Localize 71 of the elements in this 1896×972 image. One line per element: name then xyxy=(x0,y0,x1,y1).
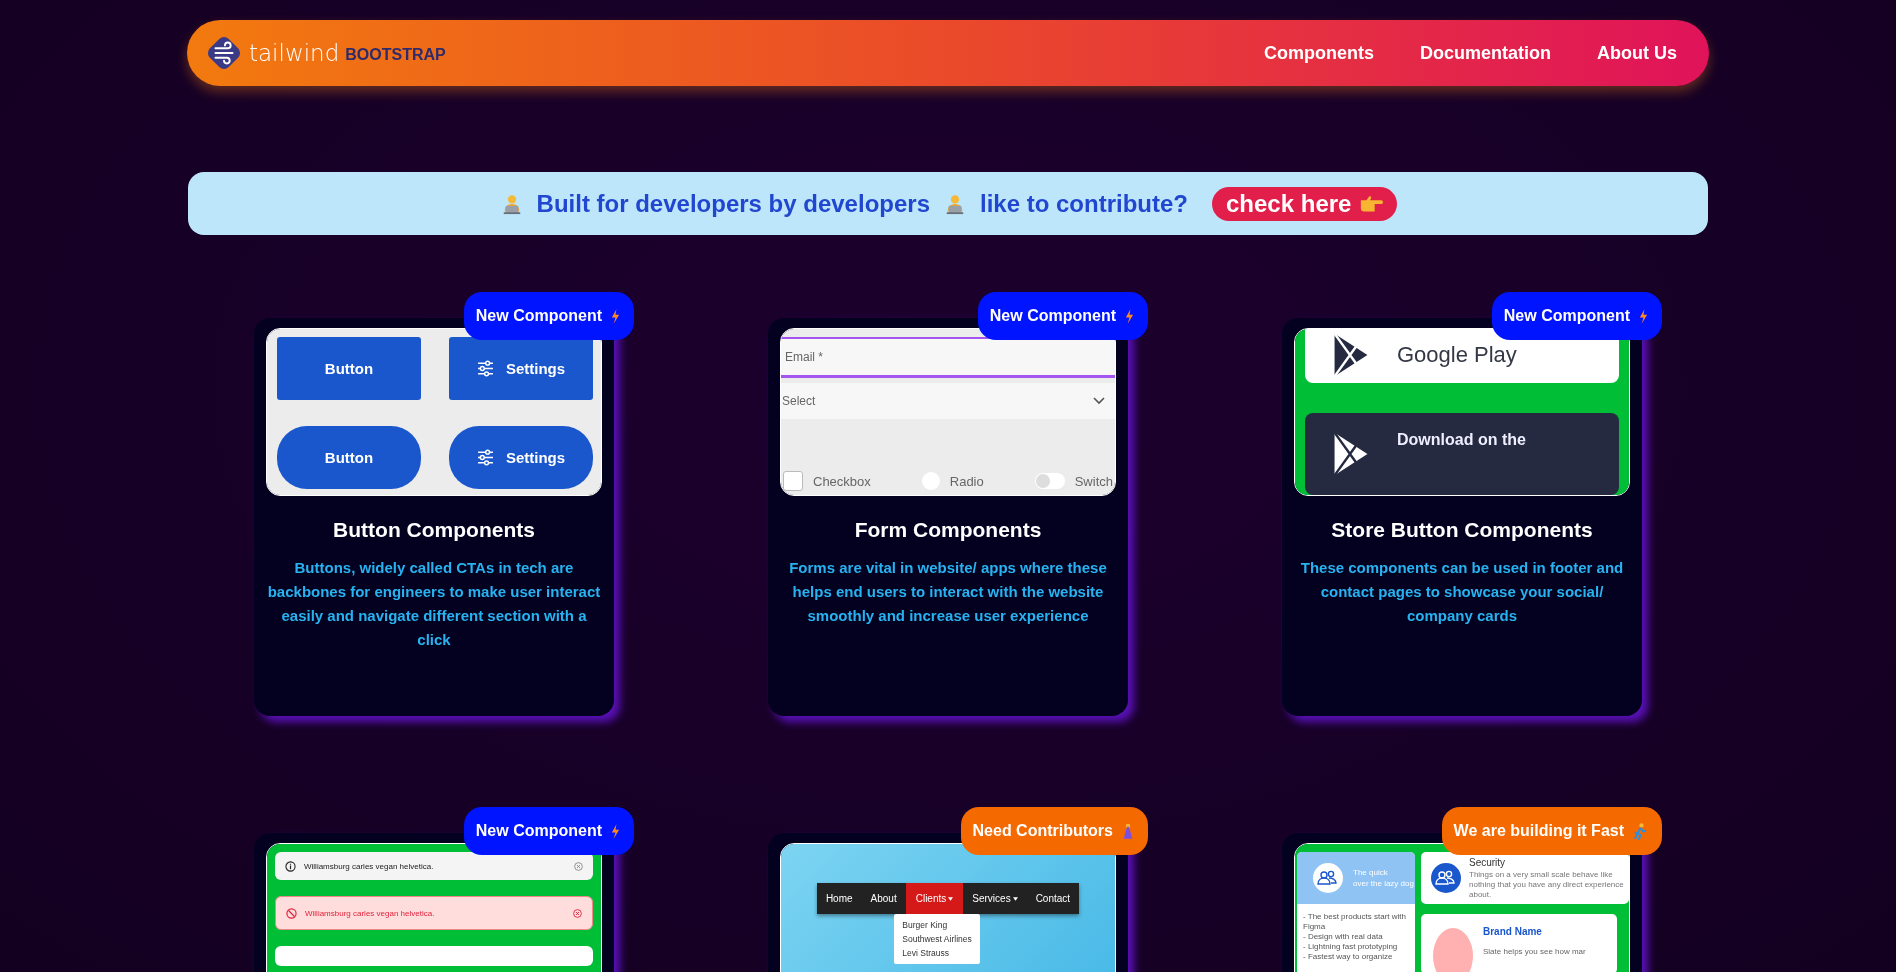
store-button: Google Play xyxy=(1305,329,1619,384)
card-badge: We are building it Fast xyxy=(1441,807,1662,855)
banner-text: Built for developers by developers xyxy=(536,189,930,218)
lightning-icon xyxy=(611,308,620,324)
navbar-item: About xyxy=(869,892,898,906)
check-here-button[interactable]: check here xyxy=(1212,186,1398,221)
sliders-icon xyxy=(476,360,494,377)
card-badge: New Component xyxy=(463,807,634,855)
chevron-down-icon xyxy=(1093,397,1105,405)
card-text: over the lazy dog xyxy=(1353,878,1414,889)
menu-item: Burger King xyxy=(902,919,949,932)
alert: Williamsburg carles vegan helvetica. xyxy=(275,852,593,880)
menu-item: Levi Strauss xyxy=(902,947,951,960)
card-description: These components can be used in footer and contact pages to showcase your social/ company cards xyxy=(1299,558,1625,626)
developer-icon xyxy=(944,192,966,215)
nav-link[interactable]: Components xyxy=(1264,42,1374,64)
sample-button: Button xyxy=(277,337,421,400)
users-icon xyxy=(1313,863,1343,893)
navbar-item: Services xyxy=(963,883,1027,914)
lightning-icon xyxy=(1125,308,1134,324)
sliders-icon xyxy=(476,449,494,466)
blocked-icon xyxy=(286,907,297,919)
praying-figure-icon xyxy=(1122,823,1134,839)
card-badge: New Component xyxy=(977,292,1148,340)
info-icon xyxy=(285,860,296,872)
card-description: Forms are vital in website/ apps where these helps end users to interact with the website smoothly and increase user experience xyxy=(788,558,1108,626)
caret-icon xyxy=(948,896,954,901)
card-title: Button Components xyxy=(333,518,535,542)
option-label: Radio xyxy=(949,473,985,489)
card-title: Brand Name xyxy=(1483,926,1543,937)
pointing-hand-icon xyxy=(1359,193,1384,214)
sample-button: Button xyxy=(277,426,421,489)
card-title: Form Components xyxy=(854,518,1042,542)
card-badge: New Component xyxy=(463,292,634,340)
email-field: Email * xyxy=(781,337,1115,378)
sample-button: Settings xyxy=(449,426,593,489)
list-item: - Lightning fast prototyping xyxy=(1303,942,1399,952)
lightning-icon xyxy=(611,823,620,839)
navbar-item: Clients xyxy=(905,883,964,914)
avatar-shape xyxy=(1433,926,1473,972)
card-title: Security xyxy=(1469,856,1507,868)
card-badge: New Component xyxy=(1491,292,1662,340)
runner-icon xyxy=(1633,822,1648,840)
card-title: Store Button Components xyxy=(1331,518,1593,542)
card-badge: Need Contributors xyxy=(960,807,1148,855)
close-icon xyxy=(573,908,582,918)
navbar-item: Home xyxy=(824,892,854,906)
lightning-icon xyxy=(1639,308,1648,324)
list-item: - Fastest way to organize xyxy=(1303,952,1394,962)
store-button: Download on the xyxy=(1305,413,1619,495)
card-text: Things on a very small scale behave like nothing that you have any direct experience about. xyxy=(1469,869,1625,900)
card-description: Buttons, widely called CTAs in tech are backbones for engineers to make user interact easily and navigate different section with a click xyxy=(266,558,602,650)
close-icon xyxy=(574,861,583,871)
alert: Williamsburg carles vegan helvetica. xyxy=(275,896,593,930)
menu-item: Southwest Airlines xyxy=(902,933,972,946)
option-label: Switch xyxy=(1074,473,1114,489)
card-text: The quick xyxy=(1353,867,1389,878)
users-icon xyxy=(1431,863,1461,893)
list-item: - Design with real data xyxy=(1303,932,1384,942)
option-label: Checkbox xyxy=(813,473,872,489)
list-item: - The best products start with Figma xyxy=(1303,912,1407,932)
nav-link[interactable]: Documentation xyxy=(1420,42,1551,64)
select-field: Select xyxy=(781,383,1115,419)
caret-icon xyxy=(1012,896,1018,901)
card-text: Slate helps you see how mar xyxy=(1483,947,1586,956)
brand-name[interactable]: tailwind xyxy=(249,40,340,66)
banner-text: like to contribute? xyxy=(980,189,1188,218)
brand-name[interactable]: BOOTSTRAP xyxy=(345,46,446,64)
navbar-item: Contact xyxy=(1034,892,1072,906)
nav-link[interactable]: About Us xyxy=(1597,42,1677,64)
sample-button: Settings xyxy=(449,337,593,400)
